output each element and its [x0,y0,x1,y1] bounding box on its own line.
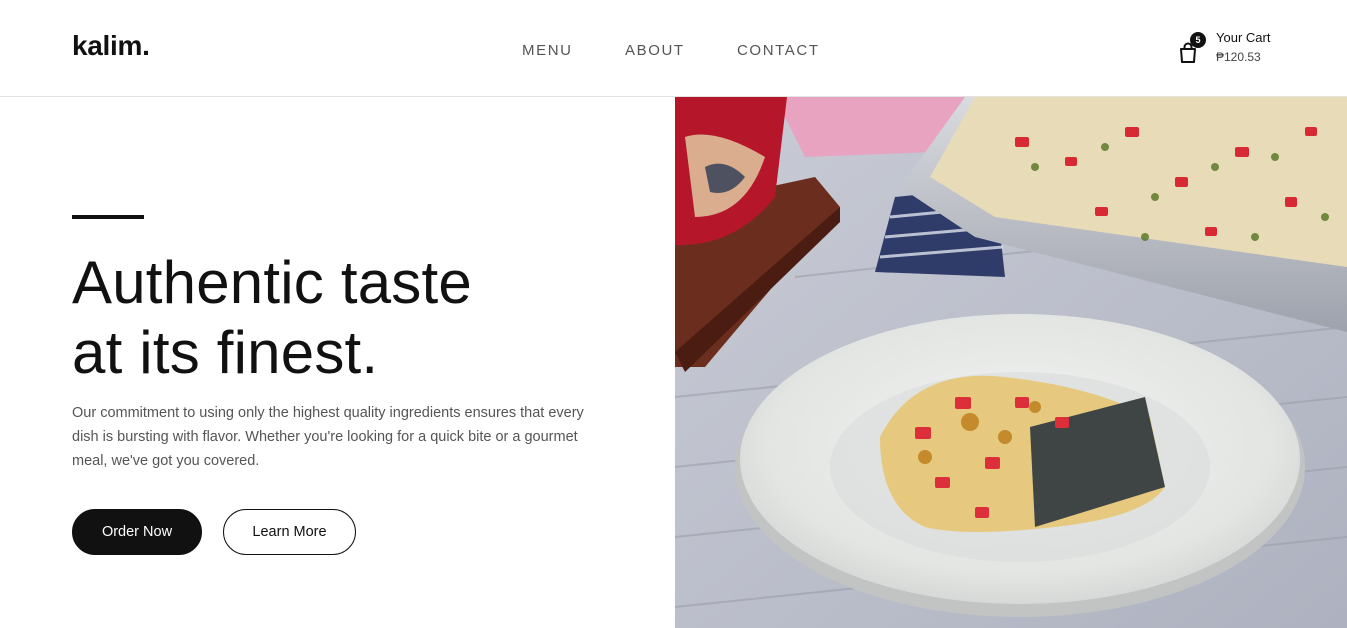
nav-item-contact[interactable]: CONTACT [737,42,820,59]
nav-item-about[interactable]: ABOUT [625,42,685,59]
food-photo-illustration [675,97,1347,628]
hero-food-image [675,97,1347,628]
nav-item-menu[interactable]: MENU [522,42,573,59]
brand-logo[interactable]: kalim. [72,30,150,62]
hero-headline-line1: Authentic taste [72,249,472,316]
cart-label: Your Cart [1216,30,1271,45]
learn-more-button[interactable]: Learn More [223,509,356,555]
cart-total: ₱120.53 [1216,50,1261,64]
cart-count-badge: 5 [1190,32,1206,48]
order-now-button[interactable]: Order Now [72,509,202,555]
hero-headline-line2: at its finest. [72,319,379,386]
hero-description: Our commitment to using only the highest… [72,405,584,469]
hero-headline: Authentic taste at its finest. [72,248,632,388]
headline-accent-line [72,215,144,219]
cart-widget[interactable]: 5 Your Cart ₱120.53 [1178,30,1298,70]
site-header: kalim. MENU ABOUT CONTACT 5 Your Cart ₱1… [0,0,1347,97]
